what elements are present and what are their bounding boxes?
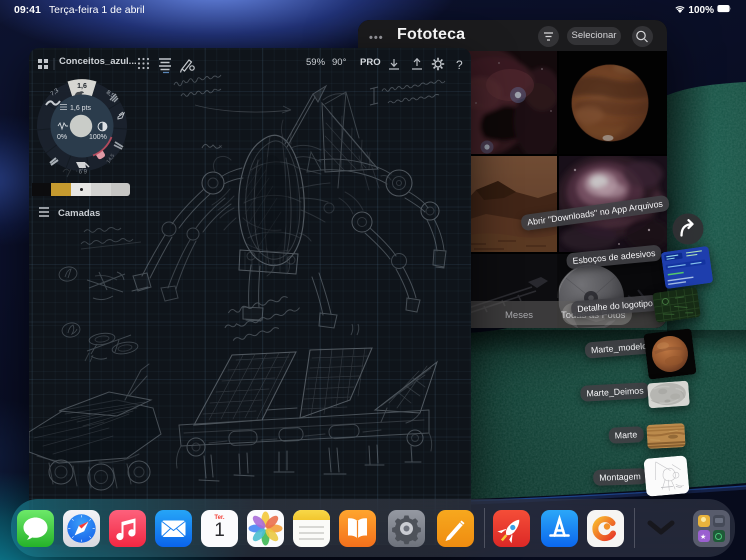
svg-text:?: ? (456, 58, 463, 72)
svg-text:1,6: 1,6 (77, 83, 87, 90)
svg-text:6,9: 6,9 (78, 167, 87, 173)
svg-text:Camadas: Camadas (58, 208, 100, 219)
svg-text:100%: 100% (89, 134, 107, 141)
svg-text:1,6 pts: 1,6 pts (70, 105, 92, 112)
svg-text:0%: 0% (57, 134, 67, 141)
